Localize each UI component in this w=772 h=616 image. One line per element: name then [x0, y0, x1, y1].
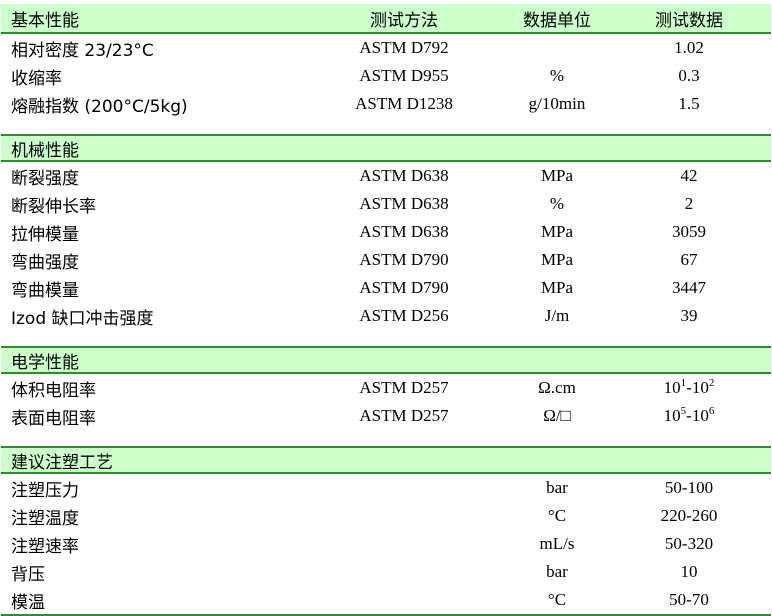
- data-unit: bar: [546, 562, 568, 581]
- test-value: 10: [680, 562, 698, 581]
- test-value: 1.02: [674, 38, 704, 57]
- test-method: ASTM D638: [359, 194, 449, 213]
- test-value: 39: [680, 306, 698, 325]
- table-row: 注塑压力 bar 50-100: [1, 474, 771, 502]
- value-base: 10: [663, 406, 681, 425]
- test-value: 105-106: [607, 406, 771, 426]
- data-unit: °C: [547, 590, 567, 609]
- data-unit: Ω/□: [543, 406, 571, 425]
- data-unit: MPa: [540, 250, 574, 269]
- test-method: ASTM D257: [359, 406, 449, 425]
- test-method: ASTM D257: [359, 378, 449, 397]
- table-row: 弯曲模量 ASTM D790 MPa 3447: [1, 274, 771, 302]
- header-property: 基本性能: [11, 10, 79, 31]
- property-name: 相对密度 23/23°C: [11, 40, 154, 61]
- section-title: 建议注塑工艺: [11, 452, 113, 473]
- test-value: 0.3: [678, 66, 700, 85]
- data-unit: %: [549, 66, 565, 85]
- table-row: 断裂伸长率 ASTM D638 % 2: [1, 190, 771, 218]
- property-name: 注塑压力: [11, 480, 79, 501]
- table-row: 注塑温度 °C 220-260: [1, 502, 771, 530]
- property-name: 断裂伸长率: [11, 196, 96, 217]
- data-unit: MPa: [540, 222, 574, 241]
- test-method: ASTM D790: [359, 278, 449, 297]
- table-row: 收缩率 ASTM D955 % 0.3: [1, 62, 771, 90]
- test-value: 50-100: [664, 478, 714, 497]
- properties-table: 基本性能 测试方法 数据单位 测试数据 相对密度 23/23°C ASTM D7…: [1, 4, 771, 616]
- test-method: ASTM D638: [359, 222, 449, 241]
- property-name: 背压: [11, 564, 45, 585]
- table-row: 熔融指数 (200°C/5kg) ASTM D1238 g/10min 1.5: [1, 90, 771, 118]
- table-row: 拉伸模量 ASTM D638 MPa 3059: [1, 218, 771, 246]
- property-name: 弯曲模量: [11, 280, 79, 301]
- section-header-electrical: 电学性能: [1, 346, 771, 374]
- table-row: 弯曲强度 ASTM D790 MPa 67: [1, 246, 771, 274]
- table-row: Izod 缺口冲击强度 ASTM D256 J/m 39: [1, 302, 771, 330]
- table-row: 表面电阻率 ASTM D257 Ω/□ 105-106: [1, 402, 771, 430]
- table-row: 断裂强度 ASTM D638 MPa 42: [1, 162, 771, 190]
- test-method: ASTM D638: [359, 166, 449, 185]
- table-row: 背压 bar 10: [1, 558, 771, 586]
- property-name: 熔融指数 (200°C/5kg): [11, 96, 188, 117]
- test-value: 67: [680, 250, 698, 269]
- test-method: ASTM D256: [359, 306, 449, 325]
- test-method: ASTM D1238: [355, 94, 453, 113]
- data-unit: %: [549, 194, 565, 213]
- test-value: 50-320: [664, 534, 714, 553]
- property-name: 注塑温度: [11, 508, 79, 529]
- table-row: 体积电阻率 ASTM D257 Ω.cm 101-102: [1, 374, 771, 402]
- test-value: 3059: [672, 222, 706, 241]
- property-name: 拉伸模量: [11, 224, 79, 245]
- property-name: Izod 缺口冲击强度: [11, 308, 154, 329]
- table-row: 注塑速率 mL/s 50-320: [1, 530, 771, 558]
- data-unit: Ω.cm: [538, 378, 576, 397]
- data-unit: MPa: [540, 278, 574, 297]
- data-unit: bar: [546, 478, 568, 497]
- test-method: ASTM D790: [359, 250, 449, 269]
- value-exponent: 2: [708, 377, 715, 389]
- data-unit: mL/s: [539, 534, 575, 553]
- property-name: 模温: [11, 592, 45, 613]
- test-value: 3447: [672, 278, 706, 297]
- data-unit: g/10min: [528, 94, 586, 113]
- property-name: 注塑速率: [11, 536, 79, 557]
- property-name: 断裂强度: [11, 168, 79, 189]
- test-value: 220-260: [660, 506, 718, 525]
- section-header-mechanical: 机械性能: [1, 134, 771, 162]
- data-unit: J/m: [544, 306, 570, 325]
- test-value: 2: [684, 194, 694, 213]
- test-value: 1.5: [678, 94, 700, 113]
- section-header-molding: 建议注塑工艺: [1, 446, 771, 474]
- value-exponent: 6: [708, 405, 715, 417]
- data-unit: MPa: [540, 166, 574, 185]
- value-base: 10: [691, 406, 709, 425]
- test-value: 42: [680, 166, 698, 185]
- table-row: 模温 °C 50-70: [1, 586, 771, 614]
- value-base: 10: [691, 378, 709, 397]
- property-name: 弯曲强度: [11, 252, 79, 273]
- test-value: 50-70: [669, 590, 709, 609]
- test-value: 101-102: [607, 378, 771, 398]
- header-method: 测试方法: [370, 10, 438, 31]
- value-base: 10: [663, 378, 681, 397]
- table-header: 基本性能 测试方法 数据单位 测试数据: [1, 4, 771, 34]
- header-unit: 数据单位: [523, 10, 591, 31]
- header-value: 测试数据: [655, 10, 723, 31]
- property-name: 收缩率: [11, 68, 62, 89]
- property-name: 体积电阻率: [11, 380, 96, 401]
- data-unit: °C: [547, 506, 567, 525]
- section-title: 机械性能: [11, 140, 79, 161]
- table-row: 相对密度 23/23°C ASTM D792 1.02: [1, 34, 771, 62]
- property-name: 表面电阻率: [11, 408, 96, 429]
- test-method: ASTM D792: [359, 38, 449, 57]
- test-method: ASTM D955: [359, 66, 449, 85]
- section-title: 电学性能: [11, 352, 79, 373]
